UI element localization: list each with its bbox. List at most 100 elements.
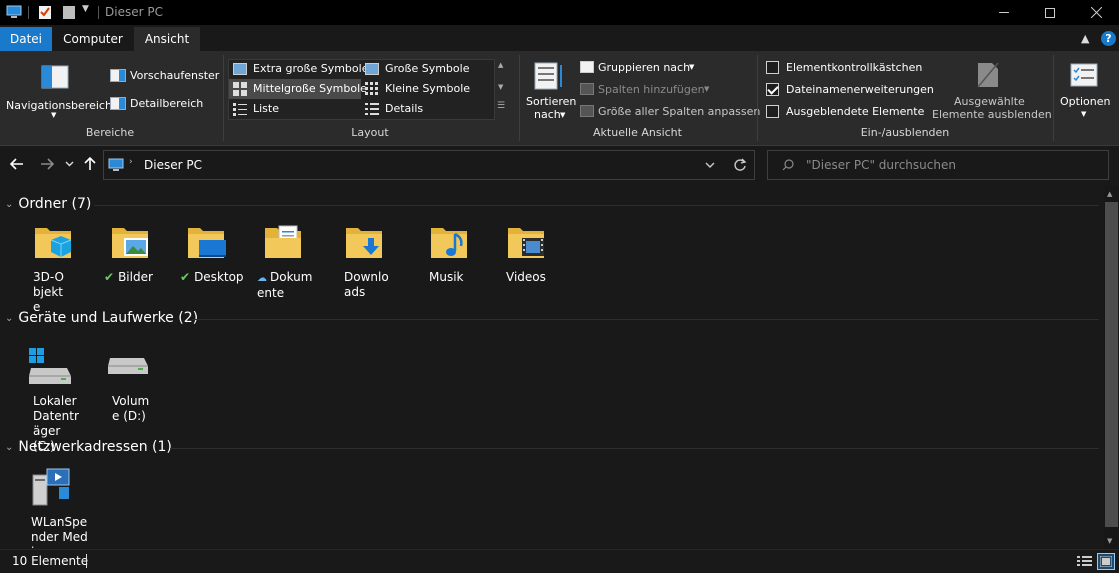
item-label: Volume (D:) xyxy=(112,394,150,423)
layout-extra-large-icons[interactable]: Extra große Symbole xyxy=(230,59,368,79)
section-title: Geräte und Laufwerke (2) xyxy=(18,310,199,326)
sort-by-button[interactable]: Sortieren nach ▼ xyxy=(524,57,576,123)
section-header-network[interactable]: ⌄ Netzwerkadressen (1) xyxy=(5,439,172,455)
help-icon[interactable]: ? xyxy=(1101,31,1116,46)
size-all-columns-label: Größe aller Spalten anpassen xyxy=(598,105,761,118)
recent-locations-chevron-icon[interactable] xyxy=(65,161,74,167)
properties-icon[interactable] xyxy=(38,4,52,20)
search-box[interactable]: "Dieser PC" durchsuchen xyxy=(767,150,1109,180)
item-label: Bilder xyxy=(118,270,153,284)
large-icons-view-button[interactable] xyxy=(1097,553,1115,570)
minimize-button[interactable] xyxy=(981,0,1027,25)
tab-computer[interactable]: Computer xyxy=(56,27,130,51)
item-label: Desktop xyxy=(194,270,244,284)
chevron-down-icon: ▼ xyxy=(689,63,695,71)
layout-list[interactable]: Liste xyxy=(230,99,360,119)
gallery-scroll-down-icon[interactable]: ▼ xyxy=(498,83,503,91)
file-extensions-toggle[interactable]: Dateinamenerweiterungen xyxy=(764,81,934,99)
group-label-panes: Bereiche xyxy=(85,126,135,139)
breadcrumb-current[interactable]: Dieser PC xyxy=(144,158,202,172)
item-label: WLanSpender Medi xyxy=(31,515,88,549)
section-header-drives[interactable]: ⌄ Geräte und Laufwerke (2) xyxy=(5,310,198,326)
address-bar[interactable]: › Dieser PC xyxy=(103,150,755,180)
item-label: Musik xyxy=(429,270,464,284)
details-pane-label: Detailbereich xyxy=(130,97,204,110)
maximize-button[interactable] xyxy=(1027,0,1073,25)
item-checkboxes-checkbox[interactable] xyxy=(766,61,779,74)
item-label-row: ✔ Bilder xyxy=(104,270,174,285)
group-label-show-hide: Ein-/ausblenden xyxy=(860,126,950,139)
status-bar: 10 Elemente xyxy=(0,549,1119,573)
navigation-pane-button[interactable]: Navigationsbereich ▼ xyxy=(4,55,112,121)
close-button[interactable] xyxy=(1073,0,1119,25)
scrollbar-thumb[interactable] xyxy=(1105,202,1118,527)
group-by-button[interactable]: Gruppieren nach ▼ xyxy=(578,59,718,77)
section-divider xyxy=(94,205,1099,206)
pictures-folder-icon xyxy=(112,228,148,258)
add-columns-icon xyxy=(580,83,594,95)
hidden-items-toggle[interactable]: Ausgeblendete Elemente xyxy=(764,103,934,121)
details-icon xyxy=(365,103,379,115)
documents-folder-icon xyxy=(265,225,301,258)
gallery-more-icon[interactable]: ☰ xyxy=(497,101,505,111)
computer-icon[interactable] xyxy=(6,5,22,19)
add-columns-button[interactable]: Spalten hinzufügen ▼ xyxy=(578,81,718,99)
layout-large-icons[interactable]: Große Symbole xyxy=(362,59,492,79)
layout-option-label: Extra große Symbole xyxy=(253,62,369,75)
forward-arrow-icon[interactable] xyxy=(40,158,54,170)
hidden-items-checkbox[interactable] xyxy=(766,105,779,118)
new-folder-icon[interactable] xyxy=(62,4,76,20)
gallery-scroll-up-icon[interactable]: ▲ xyxy=(498,61,503,69)
group-label-layout: Layout xyxy=(351,126,389,139)
item-label: Downloads xyxy=(344,270,389,299)
layout-medium-icons[interactable]: Mittelgroße Symbole xyxy=(229,79,367,99)
details-view-icon[interactable] xyxy=(1077,555,1092,568)
chevron-down-icon: ⌄ xyxy=(5,441,14,453)
extra-large-icons-icon xyxy=(233,63,247,75)
file-extensions-checkbox[interactable] xyxy=(766,83,779,96)
videos-folder-icon xyxy=(508,228,544,258)
search-placeholder: "Dieser PC" durchsuchen xyxy=(806,158,956,172)
preview-pane-button[interactable]: Vorschaufenster xyxy=(110,67,220,85)
options-icon xyxy=(1070,63,1098,87)
list-icon xyxy=(233,103,247,116)
large-icons-view-icon xyxy=(1100,556,1112,567)
details-pane-button[interactable]: Detailbereich xyxy=(110,95,220,113)
layout-small-icons[interactable]: Kleine Symbole xyxy=(362,79,492,99)
item-checkboxes-label: Elementkontrollkästchen xyxy=(786,61,923,74)
group-by-label: Gruppieren nach xyxy=(598,61,691,74)
layout-option-label: Große Symbole xyxy=(385,62,470,75)
chevron-down-icon: ▼ xyxy=(704,85,710,93)
options-button[interactable]: Optionen ▼ xyxy=(1056,57,1116,123)
item-checkboxes-toggle[interactable]: Elementkontrollkästchen xyxy=(764,59,934,77)
back-arrow-icon[interactable] xyxy=(10,158,24,170)
refresh-icon[interactable] xyxy=(733,158,747,172)
section-divider xyxy=(170,448,1099,449)
sort-by-label: Sortieren xyxy=(526,95,577,108)
add-columns-label: Spalten hinzufügen xyxy=(598,83,705,96)
section-title: Ordner (7) xyxy=(18,196,92,212)
ribbon-separator xyxy=(757,55,758,141)
breadcrumb-chevron-icon[interactable]: › xyxy=(129,157,133,167)
scroll-down-icon[interactable]: ▼ xyxy=(1107,537,1112,545)
layout-details[interactable]: Details xyxy=(362,99,492,119)
section-divider xyxy=(192,319,1099,320)
address-history-chevron-icon[interactable] xyxy=(705,162,715,169)
section-header-folders[interactable]: ⌄ Ordner (7) xyxy=(5,196,91,212)
downloads-folder-icon xyxy=(346,228,382,258)
ribbon-separator xyxy=(1053,55,1054,141)
medium-icons-icon xyxy=(233,82,247,96)
quick-access-dropdown-icon[interactable]: ▼ xyxy=(82,4,89,14)
hide-selected-items-button[interactable]: Ausgewählte Elemente ausblenden xyxy=(930,57,1052,123)
collapse-ribbon-icon[interactable]: ▲ xyxy=(1081,32,1089,45)
chevron-down-icon: ⌄ xyxy=(5,312,14,324)
search-icon xyxy=(782,159,794,171)
tab-file[interactable]: Datei xyxy=(0,27,52,51)
size-all-columns-button[interactable]: Größe aller Spalten anpassen xyxy=(578,103,760,121)
up-arrow-icon[interactable] xyxy=(84,157,96,171)
ribbon-separator xyxy=(223,55,224,141)
tab-view[interactable]: Ansicht xyxy=(134,27,200,51)
scroll-up-icon[interactable]: ▲ xyxy=(1107,190,1112,198)
options-label: Optionen xyxy=(1060,95,1111,108)
file-view: ⌄ Ordner (7) 3D-Objekte ✔ Bilder ✔ Deskt… xyxy=(0,186,1104,549)
